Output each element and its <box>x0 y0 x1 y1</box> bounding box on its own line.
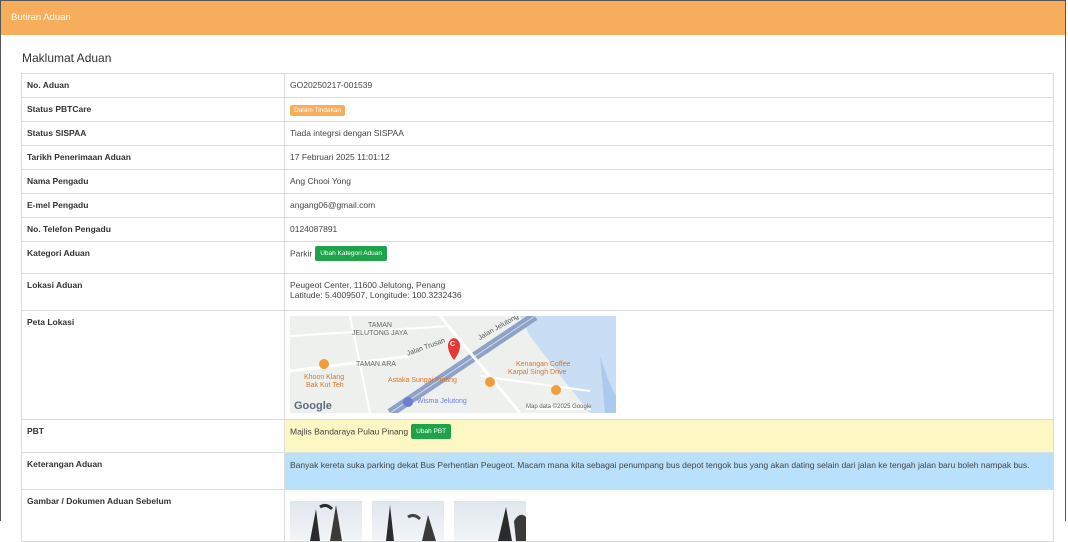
map-label: Wisma Jelutong <box>417 398 467 405</box>
row-label: Tarikh Penerimaan Aduan <box>21 145 285 170</box>
location-address: Peugeot Center, 11600 Jelutong, Penang <box>290 280 446 290</box>
sispaa-status: Tiada integrsi dengan SISPAA <box>284 121 1054 146</box>
map-pin-letter: C <box>450 341 456 348</box>
map-attribution: Map data ©2025 Google <box>526 404 592 410</box>
row-label: No. Telefon Pengadu <box>21 217 285 242</box>
row-label: Nama Pengadu <box>21 169 285 194</box>
table-row: Status PBTCare Dalam Tindakan <box>21 97 1054 122</box>
status-cell: Dalam Tindakan <box>284 97 1054 122</box>
attachment-thumbnails <box>290 501 1048 541</box>
map-label: Astaka Sungai Pinang <box>388 377 457 384</box>
pbt-value: Majlis Bandaraya Pulau Pinang <box>290 426 409 437</box>
table-row: Keterangan Aduan Banyak kereta suka park… <box>21 452 1054 490</box>
table-row: Status SISPAA Tiada integrsi dengan SISP… <box>21 121 1054 146</box>
row-label: Peta Lokasi <box>21 310 285 420</box>
category-value: Parkir <box>290 248 313 259</box>
complainant-phone: 0124087891 <box>284 217 1054 242</box>
table-row: Gambar / Dokumen Aduan Sebelum <box>21 489 1054 542</box>
complaint-info-table: No. Aduan GO20250217-001539 Status PBTCa… <box>21 73 1054 542</box>
complaint-number: GO20250217-001539 <box>284 73 1054 98</box>
map-label: Khoon Klang <box>304 374 345 381</box>
table-row: Nama Pengadu Ang Chooi Yong <box>21 169 1054 194</box>
map-label: TAMAN ARA <box>356 361 396 368</box>
attachments-cell <box>284 489 1054 542</box>
row-label: Status SISPAA <box>21 121 285 146</box>
location-cell: Peugeot Center, 11600 Jelutong, Penang L… <box>284 273 1054 311</box>
row-label: Keterangan Aduan <box>21 452 285 490</box>
map-label: Bak Kut Teh <box>306 382 344 389</box>
complaint-detail-panel: Butiran Aduan Maklumat Aduan No. Aduan G… <box>0 0 1066 542</box>
google-logo: Google <box>294 400 332 412</box>
change-pbt-button[interactable]: Ubah PBT <box>411 424 452 439</box>
row-label: E-mel Pengadu <box>21 193 285 218</box>
complaint-description: Banyak kereta suka parking dekat Bus Per… <box>284 452 1054 490</box>
table-row: Kategori Aduan Parkir Ubah Kategori Aduan <box>21 241 1054 274</box>
row-label: Lokasi Aduan <box>21 273 285 311</box>
attachment-thumbnail[interactable] <box>290 501 362 541</box>
table-row: Peta Lokasi C TAMAN JELUTONG JAYA Jalan … <box>21 310 1054 420</box>
status-badge: Dalam Tindakan <box>290 105 345 116</box>
table-row: Tarikh Penerimaan Aduan 17 Februari 2025… <box>21 145 1054 170</box>
table-row: E-mel Pengadu angang06@gmail.com <box>21 193 1054 218</box>
map-label: TAMAN <box>368 322 392 329</box>
row-label: Kategori Aduan <box>21 241 285 274</box>
table-row: No. Telefon Pengadu 0124087891 <box>21 217 1054 242</box>
table-row: Lokasi Aduan Peugeot Center, 11600 Jelut… <box>21 273 1054 311</box>
category-cell: Parkir Ubah Kategori Aduan <box>284 241 1054 274</box>
location-map[interactable]: C TAMAN JELUTONG JAYA Jalan Trusan Jalan… <box>290 316 616 413</box>
attachment-thumbnail[interactable] <box>372 501 444 541</box>
attachment-thumbnail[interactable] <box>454 501 526 541</box>
complainant-name: Ang Chooi Yong <box>284 169 1054 194</box>
received-date: 17 Februari 2025 11:01:12 <box>284 145 1054 170</box>
map-label: Kenangan Coffee <box>516 361 571 368</box>
pbt-cell: Majlis Bandaraya Pulau Pinang Ubah PBT <box>284 419 1054 453</box>
map-label: Karpal Singh Drive <box>508 369 567 376</box>
map-label: JELUTONG JAYA <box>352 330 408 337</box>
panel-title: Butiran Aduan <box>11 12 71 23</box>
table-row: No. Aduan GO20250217-001539 <box>21 73 1054 98</box>
map-cell: C TAMAN JELUTONG JAYA Jalan Trusan Jalan… <box>284 310 1054 420</box>
panel-header: Butiran Aduan <box>1 1 1065 35</box>
location-coordinates: Latitude: 5.4009507, Longitude: 100.3232… <box>290 290 462 300</box>
row-label: Gambar / Dokumen Aduan Sebelum <box>21 489 285 542</box>
complainant-email: angang06@gmail.com <box>284 193 1054 218</box>
table-row: PBT Majlis Bandaraya Pulau Pinang Ubah PB… <box>21 419 1054 453</box>
row-label: No. Aduan <box>21 73 285 98</box>
section-title: Maklumat Aduan <box>22 51 112 65</box>
row-label: Status PBTCare <box>21 97 285 122</box>
row-label: PBT <box>21 419 285 453</box>
change-category-button[interactable]: Ubah Kategori Aduan <box>315 246 388 261</box>
